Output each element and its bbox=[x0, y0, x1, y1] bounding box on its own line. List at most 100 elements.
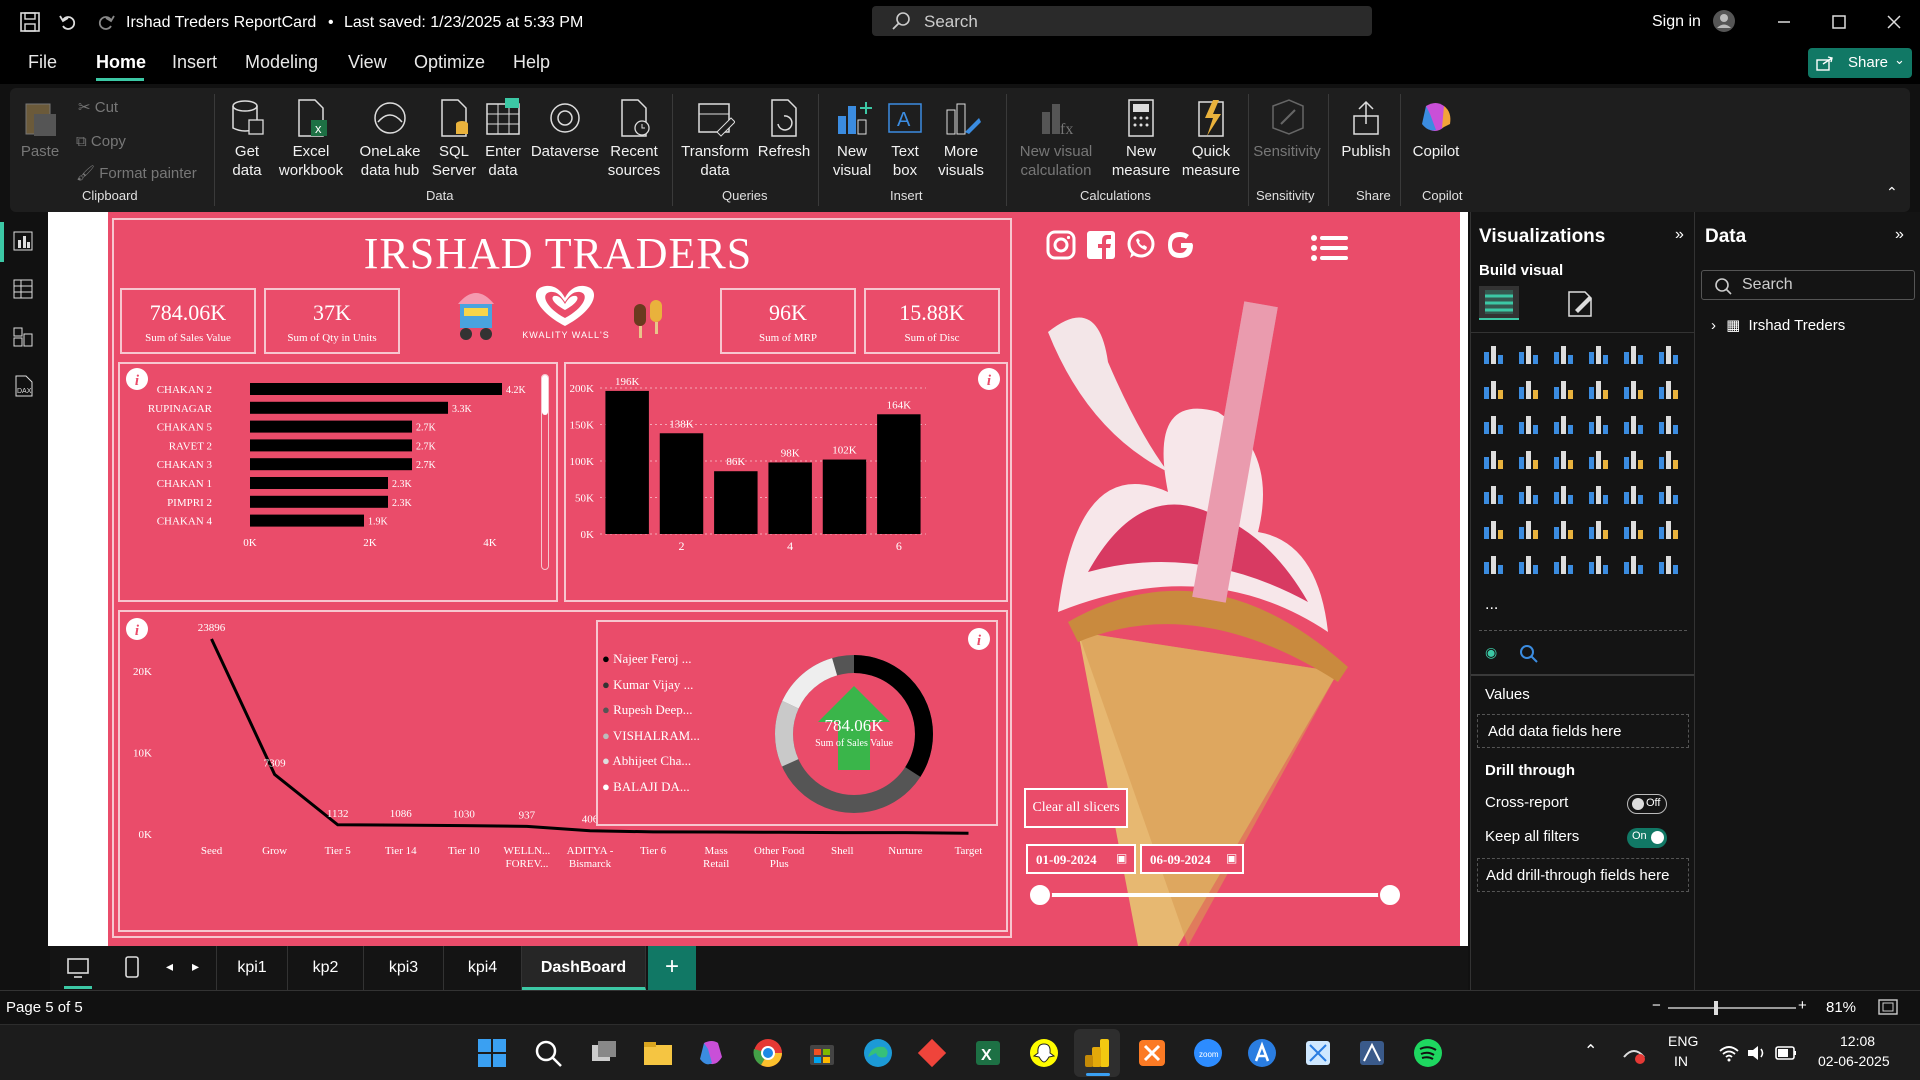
excel-icon[interactable]: X bbox=[972, 1037, 1004, 1069]
donut-icon[interactable] bbox=[1621, 412, 1645, 436]
menu-insert[interactable]: Insert bbox=[172, 52, 217, 73]
table-view-icon[interactable] bbox=[12, 278, 34, 300]
waterfall-icon[interactable] bbox=[1621, 377, 1645, 401]
new-visual-calculation-button[interactable]: fx New visual calculation bbox=[1012, 98, 1100, 180]
horizontal-bar-chart-card[interactable]: i CHAKAN 2 4.2K RUPINAGAR 3.3K CHAKAN 5 2.7K R… bbox=[118, 362, 558, 602]
build-visual-tab[interactable] bbox=[1479, 286, 1519, 320]
new-visual-button[interactable]: New visual bbox=[826, 98, 878, 180]
wifi-icon[interactable] bbox=[1718, 1043, 1740, 1063]
kpi-icon[interactable] bbox=[1481, 482, 1505, 506]
clock-time[interactable]: 12:08 bbox=[1840, 1033, 1875, 1049]
volume-icon[interactable] bbox=[1746, 1043, 1768, 1063]
date-range-slider[interactable] bbox=[1040, 893, 1390, 897]
collapse-pane-icon[interactable]: » bbox=[1675, 226, 1684, 244]
paginated-icon[interactable] bbox=[1621, 517, 1645, 541]
get-data-button[interactable]: Get data bbox=[220, 98, 274, 180]
chevron-right-icon[interactable]: › bbox=[1711, 317, 1716, 334]
cross-report-toggle[interactable]: Off bbox=[1627, 794, 1667, 814]
100-bar-icon[interactable] bbox=[1621, 342, 1645, 366]
legend-item[interactable]: ● BALAJI DA... bbox=[602, 774, 700, 800]
map-icon[interactable] bbox=[1481, 447, 1505, 471]
calendar-icon[interactable]: ▣ bbox=[1226, 851, 1237, 865]
chart-scrollbar[interactable] bbox=[541, 374, 549, 570]
sensitivity-button[interactable]: Sensitivity bbox=[1250, 98, 1324, 161]
enter-data-button[interactable]: Enter data bbox=[480, 98, 526, 180]
search-icon[interactable] bbox=[1519, 644, 1539, 664]
collapse-pane-icon[interactable]: » bbox=[1895, 226, 1904, 244]
menu-help[interactable]: Help bbox=[513, 52, 550, 73]
copilot-button[interactable]: Copilot bbox=[1406, 98, 1466, 161]
spotify-icon[interactable] bbox=[1412, 1037, 1444, 1069]
qa-icon[interactable] bbox=[1551, 517, 1575, 541]
kpi-card-sales[interactable]: 784.06K Sum of Sales Value bbox=[120, 288, 256, 354]
zoom-in-button[interactable]: + bbox=[1798, 997, 1807, 1014]
chevron-up-icon[interactable]: ⌃ bbox=[1584, 1041, 1597, 1061]
add-page-button[interactable]: + bbox=[648, 946, 696, 990]
funnel-icon[interactable] bbox=[1516, 412, 1540, 436]
menu-modeling[interactable]: Modeling bbox=[245, 52, 318, 73]
ribbon-icon[interactable] bbox=[1586, 377, 1610, 401]
redo-icon[interactable] bbox=[96, 12, 116, 32]
paste-button[interactable]: Paste bbox=[18, 98, 62, 161]
tab-kpi3[interactable]: kpi3 bbox=[364, 946, 444, 990]
legend-item[interactable]: ● Rupesh Deep... bbox=[602, 697, 700, 723]
menu-icon[interactable] bbox=[1310, 234, 1348, 262]
save-icon[interactable] bbox=[20, 12, 40, 32]
power-automate-icon[interactable] bbox=[1516, 552, 1540, 576]
filled-map-icon[interactable] bbox=[1516, 447, 1540, 471]
tab-kp2[interactable]: kp2 bbox=[288, 946, 364, 990]
prev-page-icon[interactable]: ◂ bbox=[166, 958, 173, 975]
xampp-icon[interactable] bbox=[1136, 1037, 1168, 1069]
zoom-out-button[interactable]: − bbox=[1652, 997, 1661, 1014]
info-icon[interactable]: i bbox=[966, 626, 992, 652]
slicer-icon[interactable] bbox=[1516, 482, 1540, 506]
clear-all-slicers-button[interactable]: Clear all slicers bbox=[1024, 788, 1128, 828]
copy-button[interactable]: ⧉ Copy bbox=[76, 132, 126, 151]
keep-filters-toggle[interactable]: On bbox=[1627, 828, 1667, 848]
more-visuals-button[interactable]: More visuals bbox=[932, 98, 990, 180]
slider-start-handle[interactable] bbox=[1028, 883, 1052, 907]
info-icon[interactable]: i bbox=[124, 616, 150, 642]
refresh-button[interactable]: Refresh bbox=[754, 98, 814, 161]
r-visual-icon[interactable] bbox=[1621, 482, 1645, 506]
kpi-card-disc[interactable]: 15.88K Sum of Disc bbox=[864, 288, 1000, 354]
ai-visual-icon[interactable]: ◉ bbox=[1485, 644, 1497, 661]
legend-item[interactable]: ● Najeer Feroj ... bbox=[602, 646, 700, 672]
gauge-icon[interactable] bbox=[1586, 447, 1610, 471]
excel-workbook-button[interactable]: x Excel workbook bbox=[278, 98, 344, 180]
report-view-icon[interactable] bbox=[12, 230, 34, 252]
scatter-icon[interactable] bbox=[1551, 412, 1575, 436]
info-icon[interactable]: i bbox=[976, 366, 1002, 392]
format-painter-button[interactable]: 🖌 Format painter bbox=[76, 164, 197, 183]
treemap-icon[interactable] bbox=[1656, 412, 1680, 436]
maximize-icon[interactable] bbox=[1831, 14, 1847, 30]
fit-to-page-icon[interactable] bbox=[1878, 999, 1898, 1015]
minimize-icon[interactable] bbox=[1776, 14, 1792, 30]
cut-button[interactable]: ✂ Cut bbox=[78, 98, 118, 117]
date-from-input[interactable]: 01-09-2024 ▣ bbox=[1026, 844, 1136, 874]
legend-item[interactable]: ● Kumar Vijay ... bbox=[602, 672, 700, 698]
kpi-card-mrp[interactable]: 96K Sum of MRP bbox=[720, 288, 856, 354]
format-visual-icon[interactable] bbox=[1565, 290, 1595, 318]
more-visuals-ellipsis[interactable]: ... bbox=[1485, 596, 1498, 614]
next-page-icon[interactable]: ▸ bbox=[192, 958, 199, 975]
date-to-input[interactable]: 06-09-2024 ▣ bbox=[1140, 844, 1244, 874]
matrix-icon[interactable] bbox=[1586, 482, 1610, 506]
instagram-icon[interactable] bbox=[1046, 230, 1076, 260]
snipping-tool-icon[interactable] bbox=[1302, 1037, 1334, 1069]
search-icon[interactable] bbox=[532, 1037, 564, 1069]
zoom-icon[interactable]: zoom bbox=[1192, 1037, 1224, 1069]
snapchat-icon[interactable] bbox=[1028, 1037, 1060, 1069]
model-view-icon[interactable] bbox=[12, 326, 34, 348]
calendar-icon[interactable]: ▣ bbox=[1116, 851, 1127, 865]
scrollbar-thumb[interactable] bbox=[542, 375, 548, 415]
legend-item[interactable]: ● VISHALRAM... bbox=[602, 723, 700, 749]
undo-icon[interactable] bbox=[58, 12, 78, 32]
copilot-icon[interactable] bbox=[696, 1037, 728, 1069]
clustered-column-icon[interactable] bbox=[1586, 342, 1610, 366]
zoom-slider-thumb[interactable] bbox=[1714, 1001, 1718, 1015]
chrome-icon[interactable] bbox=[752, 1037, 784, 1069]
collapse-ribbon-icon[interactable]: ⌃ bbox=[1886, 184, 1898, 201]
power-apps-icon[interactable] bbox=[1481, 552, 1505, 576]
task-view-icon[interactable] bbox=[588, 1037, 620, 1069]
